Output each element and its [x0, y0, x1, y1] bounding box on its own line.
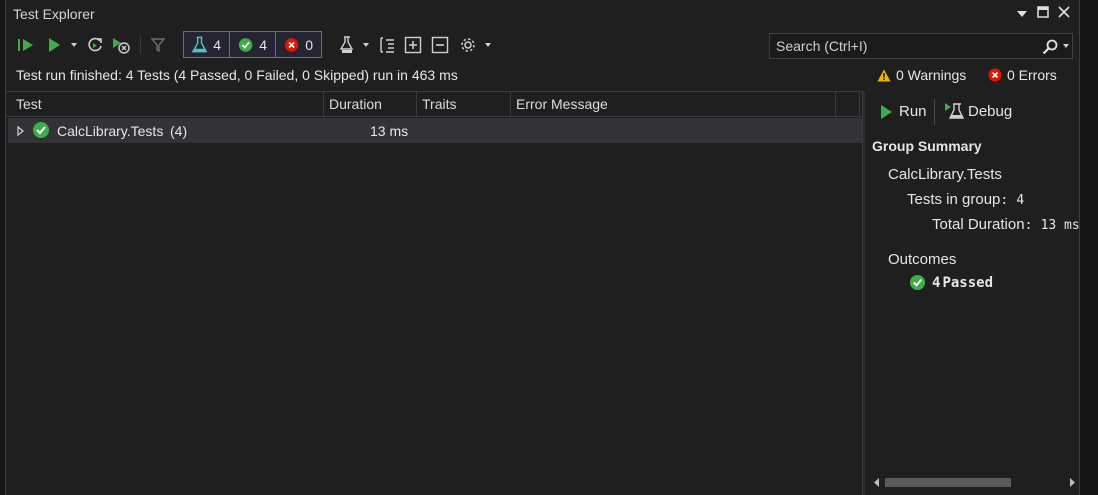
errors-indicator[interactable]: 0 Errors [988, 67, 1057, 83]
outcome-passed-item: 4 Passed [909, 274, 993, 291]
playlist-icon[interactable] [337, 34, 357, 56]
table-row[interactable]: CalcLibrary.Tests (4) 13 ms [8, 118, 862, 143]
dropdown-menu-icon[interactable] [1014, 6, 1030, 21]
maximize-icon[interactable] [1035, 6, 1051, 21]
summary-run-label: Run [899, 103, 927, 120]
tests-in-group-label: Tests in group [907, 191, 1001, 208]
total-duration-row: Total Duration: 13 ms [932, 216, 1079, 233]
title-bar: Test Explorer [6, 0, 1079, 28]
passed-check-icon [909, 274, 926, 291]
passed-tests-count: 4 [259, 36, 267, 53]
scroll-right-arrow-icon[interactable] [1069, 478, 1075, 487]
right-edge [1079, 0, 1098, 495]
test-group-count: (4) [170, 123, 188, 139]
group-summary-pane: Run Debug Group Summary CalcLibrary.Test… [865, 91, 1079, 495]
search-icon[interactable] [1042, 39, 1058, 55]
expand-all-icon[interactable] [402, 34, 424, 56]
summary-action-separator [934, 99, 935, 125]
repeat-last-run-icon[interactable] [84, 34, 106, 56]
test-grid-header: Test Duration Traits Error Message [6, 91, 862, 117]
passed-check-icon [33, 122, 49, 138]
failed-tests-counter[interactable]: 0 [275, 31, 322, 58]
run-status-message: Test run finished: 4 Tests (4 Passed, 0 … [16, 67, 458, 83]
debug-cancel-icon[interactable] [110, 34, 132, 56]
search-box[interactable] [769, 33, 1073, 59]
run-icon[interactable] [43, 34, 65, 56]
summary-heading: Group Summary [872, 138, 982, 154]
summary-debug-button[interactable]: Debug [944, 102, 1012, 120]
status-bar: Test run finished: 4 Tests (4 Passed, 0 … [6, 62, 1079, 88]
outcome-passed-label: Passed [942, 274, 994, 291]
expand-chevron-icon[interactable] [17, 126, 24, 136]
tests-in-group-row: Tests in group: 4 [907, 191, 1025, 208]
group-by-icon[interactable] [376, 34, 398, 56]
column-header-error-message[interactable]: Error Message [511, 92, 836, 116]
close-icon[interactable] [1056, 6, 1072, 21]
toolbar: 4 4 0 [6, 30, 1079, 60]
passed-tests-counter[interactable]: 4 [229, 31, 276, 58]
test-group-name: CalcLibrary.Tests [57, 123, 164, 139]
column-header-spare [836, 92, 860, 116]
total-duration-label: Total Duration [932, 216, 1025, 233]
warnings-count: 0 Warnings [896, 67, 967, 83]
total-tests-count: 4 [213, 36, 221, 53]
settings-dropdown-icon[interactable] [482, 34, 494, 56]
column-header-duration[interactable]: Duration [324, 92, 417, 116]
run-dropdown-icon[interactable] [68, 34, 80, 56]
summary-group-name: CalcLibrary.Tests [888, 166, 1002, 183]
run-icon [881, 104, 892, 119]
playlist-dropdown-icon[interactable] [360, 34, 372, 56]
warnings-indicator[interactable]: 0 Warnings [877, 67, 966, 83]
total-tests-counter[interactable]: 4 [183, 31, 230, 58]
failed-tests-count: 0 [305, 36, 313, 53]
run-all-tests-icon[interactable] [15, 34, 37, 56]
collapse-all-icon[interactable] [429, 34, 451, 56]
failed-x-icon [284, 37, 299, 52]
column-header-traits[interactable]: Traits [417, 92, 511, 116]
outcomes-label: Outcomes [888, 251, 957, 268]
total-duration-value: 13 ms [1040, 218, 1079, 233]
scroll-left-arrow-icon[interactable] [874, 478, 880, 487]
summary-debug-label: Debug [968, 102, 1013, 120]
test-explorer-window: Test Explorer 4 4 0 Search (Ctrl+I) Test… [5, 0, 1080, 495]
error-icon [988, 68, 1002, 82]
tests-in-group-value: 4 [1016, 193, 1025, 208]
filter-icon[interactable] [148, 34, 170, 56]
summary-run-button[interactable]: Run [879, 103, 927, 120]
outcome-passed-count: 4 [932, 274, 941, 291]
flask-icon [192, 36, 208, 52]
settings-gear-icon[interactable] [457, 34, 479, 56]
test-group-duration: 13 ms [370, 123, 409, 139]
errors-count: 0 Errors [1007, 67, 1057, 83]
search-input[interactable] [776, 38, 1036, 54]
passed-check-icon [238, 37, 253, 52]
window-title: Test Explorer [13, 6, 95, 22]
toolbar-separator [140, 36, 141, 54]
scrollbar-thumb[interactable] [885, 478, 1011, 487]
search-options-dropdown-icon[interactable] [1063, 44, 1069, 48]
warning-icon [877, 69, 891, 81]
debug-flask-icon [945, 103, 964, 119]
column-header-test[interactable]: Test [11, 92, 324, 116]
summary-horizontal-scrollbar[interactable] [870, 474, 1079, 491]
